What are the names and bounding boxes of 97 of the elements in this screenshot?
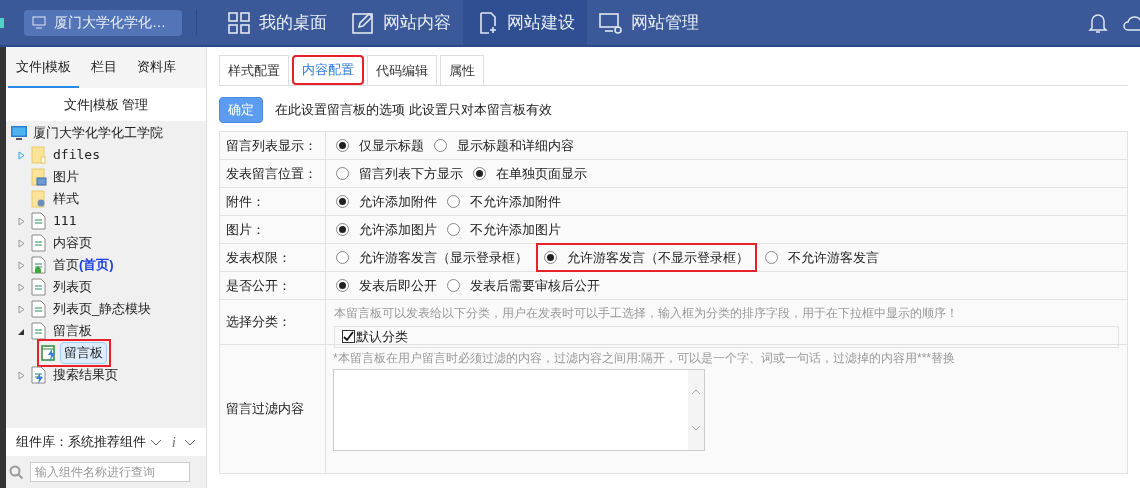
- tree-item[interactable]: 列表页: [53, 277, 92, 297]
- page-icon: [31, 322, 47, 340]
- option-label: 允许游客发言（不显示登录框）: [567, 248, 749, 267]
- field-label: 附件：: [226, 192, 265, 211]
- radio-button[interactable]: [544, 251, 557, 264]
- home-tag: (首页): [79, 255, 114, 275]
- field-label: 图片：: [226, 220, 265, 239]
- nav-tab[interactable]: 网站建设: [463, 0, 587, 45]
- page-icon: [31, 278, 47, 296]
- option-label: 允许添加附件: [359, 192, 437, 211]
- sidebar-tab[interactable]: 资料库: [129, 47, 185, 88]
- nav-tab[interactable]: 网站管理: [587, 0, 711, 45]
- tree-item[interactable]: 留言板: [53, 321, 92, 341]
- page-icon: [31, 234, 47, 252]
- option-label: 不允许添加附件: [470, 192, 561, 211]
- option-label: 允许游客发言（显示登录框）: [359, 248, 528, 267]
- expand-arrow-icon[interactable]: [18, 216, 25, 226]
- monitor-gear-icon: [599, 10, 623, 35]
- option-label: 发表后需要审核后公开: [470, 276, 600, 295]
- content-tab[interactable]: 属性: [440, 55, 484, 85]
- tree-item[interactable]: 搜索结果页: [53, 365, 118, 385]
- option-label: 不允许添加图片: [470, 220, 561, 239]
- radio-button[interactable]: [336, 251, 349, 264]
- radio-button[interactable]: [434, 139, 447, 152]
- field-label: 是否公开：: [226, 276, 291, 295]
- content-tab[interactable]: 内容配置: [292, 55, 364, 85]
- monitor-icon: [32, 16, 46, 29]
- field-label: 发表留言位置：: [226, 164, 317, 183]
- edit-icon: [351, 10, 375, 35]
- option-label: 允许添加图片: [359, 220, 437, 239]
- chevron-down-icon[interactable]: [184, 438, 196, 446]
- radio-button[interactable]: [447, 223, 460, 236]
- radio-button[interactable]: [447, 279, 460, 292]
- option-label: 留言列表下方显示: [359, 164, 463, 183]
- radio-button[interactable]: [336, 167, 349, 180]
- scroll-down-icon[interactable]: [691, 425, 701, 431]
- search-field[interactable]: 输入组件名称进行查询: [30, 462, 190, 482]
- folder-icon: [31, 146, 47, 164]
- field-label: 选择分类：: [226, 313, 291, 332]
- radio-button[interactable]: [447, 195, 460, 208]
- tree-item[interactable]: dfiles: [53, 145, 100, 165]
- radio-button[interactable]: [336, 279, 349, 292]
- option-label: 仅显示标题: [359, 136, 424, 155]
- image-folder-icon: [31, 168, 47, 186]
- site-selector[interactable]: 厦门大学化学化…: [24, 9, 182, 36]
- tree-item[interactable]: 内容页: [53, 233, 92, 253]
- expand-arrow-icon[interactable]: [18, 238, 25, 248]
- content-tab[interactable]: 代码编辑: [367, 55, 437, 85]
- radio-button[interactable]: [336, 139, 349, 152]
- home-page-icon: [31, 256, 47, 274]
- expand-arrow-icon[interactable]: [18, 282, 25, 292]
- note-text: *本留言板在用户留言时必须过滤的内容，过滤内容之间用:隔开，可以是一个字、词或一句话，过滤掉的内容用***替换: [333, 350, 955, 367]
- option-label: 显示标题和详细内容: [457, 136, 574, 155]
- radio-button[interactable]: [473, 167, 486, 180]
- tree-item[interactable]: 留言板: [60, 342, 107, 364]
- radio-button[interactable]: [336, 223, 349, 236]
- tree-item[interactable]: 列表页_静态模块: [53, 299, 152, 319]
- tree-item[interactable]: 样式: [53, 189, 79, 209]
- hint-text: 在此设置留言板的选项 此设置只对本留言板有效: [275, 101, 552, 120]
- checkbox[interactable]: [342, 330, 355, 344]
- cloud-icon[interactable]: [1122, 13, 1140, 32]
- tree-item[interactable]: 图片: [53, 167, 79, 187]
- expand-arrow-icon[interactable]: [18, 304, 25, 314]
- note-text: 本留言板可以发表给以下分类，用户在发表时可以手工选择，输入框为分类的排序字段，用于在下拉框中显示的顺序！: [334, 305, 959, 322]
- option-label: 发表后即公开: [359, 276, 437, 295]
- library-label[interactable]: 组件库：系统推荐组件: [16, 432, 146, 452]
- option-label: 在单独页面显示: [496, 164, 587, 183]
- nav-tab[interactable]: 我的桌面: [215, 0, 339, 45]
- expand-arrow-icon[interactable]: [18, 260, 25, 270]
- bolt-page-icon: [31, 366, 47, 384]
- panel-heading: 文件|模板 管理: [63, 95, 149, 114]
- radio-button[interactable]: [336, 195, 349, 208]
- checkbox-label: 默认分类: [356, 328, 408, 346]
- bolt-window-icon: [41, 344, 57, 362]
- search-icon: [9, 464, 24, 480]
- tree-item[interactable]: 厦门大学化学化工学院: [33, 123, 163, 143]
- filter-textarea[interactable]: [333, 369, 705, 451]
- expand-arrow-icon[interactable]: [18, 370, 25, 380]
- expand-arrow-icon[interactable]: [18, 150, 25, 160]
- scroll-up-icon[interactable]: [691, 389, 701, 395]
- sidebar-tab[interactable]: 栏目: [83, 47, 126, 88]
- monitor-icon: [11, 124, 27, 142]
- option-label: 不允许游客发言: [788, 248, 879, 267]
- chevron-down-icon[interactable]: [150, 438, 162, 446]
- field-label: 发表权限：: [226, 248, 291, 267]
- content-tab[interactable]: 样式配置: [219, 55, 289, 85]
- page-icon: [31, 300, 47, 318]
- grid-icon: [227, 10, 251, 35]
- tree-item[interactable]: 111: [53, 211, 77, 231]
- tree-item[interactable]: 首页: [53, 255, 79, 275]
- bell-icon[interactable]: [1088, 11, 1108, 34]
- radio-button[interactable]: [765, 251, 778, 264]
- info-icon[interactable]: i: [171, 430, 176, 454]
- field-label: 留言列表显示：: [226, 136, 317, 155]
- nav-tab[interactable]: 网站内容: [339, 0, 463, 45]
- field-label: 留言过滤内容: [226, 400, 304, 419]
- page-icon: [31, 212, 47, 230]
